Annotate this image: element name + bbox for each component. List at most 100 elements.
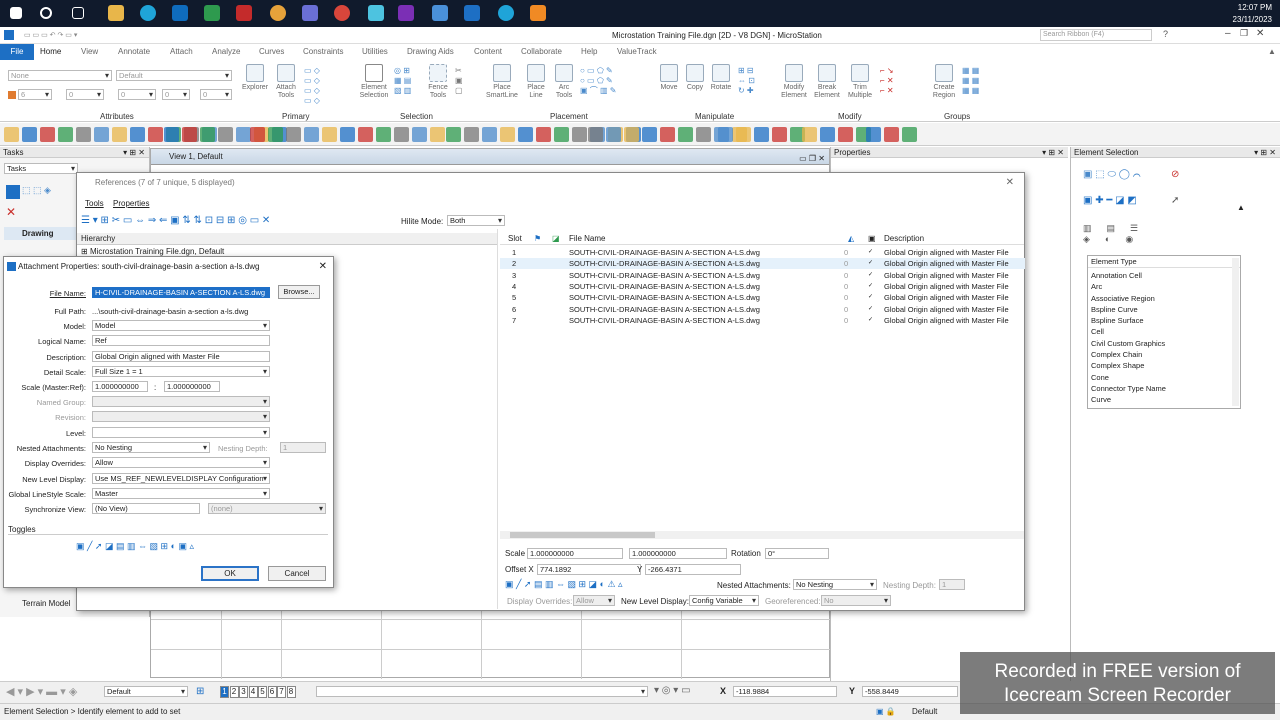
col-snap-icon[interactable]: ◪ — [552, 233, 560, 245]
view-7-button[interactable]: 7 — [277, 686, 286, 698]
level-dropdown[interactable] — [92, 427, 270, 438]
tab-annotate[interactable]: Annotate — [118, 47, 150, 56]
toolbar-tool-icon[interactable] — [218, 127, 233, 142]
fence-tools-button[interactable]: Fence Tools — [424, 64, 452, 100]
trim-multiple-button[interactable]: Trim Multiple — [844, 64, 876, 100]
start-icon[interactable] — [10, 7, 22, 19]
chrome-profile-icon[interactable] — [334, 5, 350, 21]
element-selection-button[interactable]: Element Selection — [358, 64, 390, 100]
search-icon[interactable] — [40, 7, 52, 19]
ref-scale-field-1[interactable]: 1.000000000 — [527, 548, 623, 559]
toolbar-tool-icon[interactable] — [304, 127, 319, 142]
move-button[interactable]: Move — [656, 64, 682, 92]
groups-small-tools[interactable]: ▦ ▦ ▦ ▦ ▦ ▦ — [962, 66, 994, 106]
view-3-button[interactable]: 3 — [239, 686, 248, 698]
collapse-up-icon[interactable]: ▲ — [1237, 203, 1245, 212]
toolbar-tool-icon[interactable] — [4, 127, 19, 142]
synchronize-view-dropdown[interactable]: (none) — [208, 503, 326, 514]
ref-display-overrides-dropdown[interactable]: Allow — [573, 595, 615, 606]
toolbar-tool-icon[interactable] — [754, 127, 769, 142]
new-level-display-dropdown[interactable]: Use MS_REF_NEWLEVELDISPLAY Configuration — [92, 473, 270, 484]
col-slot[interactable]: Slot — [508, 233, 522, 245]
style-dropdown[interactable]: Default — [116, 70, 232, 81]
global-linestyle-dropdown[interactable]: Master — [92, 488, 270, 499]
toolbar-tool-icon[interactable] — [200, 127, 215, 142]
color-dropdown[interactable]: 6 — [18, 89, 52, 100]
toolbar-tool-icon[interactable] — [464, 127, 479, 142]
coord-y-field[interactable]: -558.8449 — [862, 686, 958, 697]
toolbar-tool-icon[interactable] — [340, 127, 355, 142]
attach-dialog-close-button[interactable]: ✕ — [319, 257, 327, 277]
menu-properties[interactable]: Properties — [113, 199, 149, 208]
references-toolbar[interactable]: ☰ ▾ ⊞ ✂ ▭ ⇔ ⇒ ⇐ ▣ ⇅ ⇅ ⊡ ⊟ ⊞ ◎ ▭ ✕ — [81, 213, 401, 229]
treat-as-element-check-icon[interactable]: ✓ — [868, 281, 873, 292]
ref-georef-dropdown[interactable]: No — [821, 595, 891, 606]
chrome-icon[interactable] — [270, 5, 286, 21]
create-region-button[interactable]: Create Region — [928, 64, 960, 100]
table-row[interactable]: 4 SOUTH-CIVIL-DRAINAGE-BASIN A-SECTION A-… — [500, 281, 1025, 292]
tasks-dropdown[interactable]: Tasks — [4, 163, 78, 174]
app-icon[interactable] — [236, 5, 252, 21]
element-selection-pin-close-icon[interactable]: ▾ ⊞ ✕ — [1254, 147, 1276, 158]
outlook-icon[interactable] — [172, 5, 188, 21]
element-type-item[interactable]: Annotation Cell — [1088, 270, 1228, 281]
place-line-button[interactable]: Place Line — [522, 64, 550, 100]
terrain-model-task[interactable]: Terrain Model — [4, 597, 76, 610]
table-row[interactable]: 6 SOUTH-CIVIL-DRAINAGE-BASIN A-SECTION A-… — [500, 304, 1025, 315]
break-element-button[interactable]: Break Element — [811, 64, 843, 100]
search-ribbon-input[interactable]: Search Ribbon (F4) — [1040, 29, 1152, 41]
edge-icon[interactable] — [140, 5, 156, 21]
ok-button[interactable]: OK — [201, 566, 259, 581]
display-overrides-dropdown[interactable]: Allow — [92, 457, 270, 468]
ref-nested-dropdown[interactable]: No Nesting — [793, 579, 877, 590]
microstation-icon[interactable] — [464, 5, 480, 21]
element-list-scrollbar[interactable] — [1232, 258, 1239, 406]
placement-small-tools[interactable]: ○ ▭ ⬠ ✎ ○ ▭ ⬠ ✎ ▣ ⌒ ▥ ✎ — [580, 66, 640, 106]
table-hscrollbar[interactable] — [500, 531, 1024, 539]
treat-as-element-check-icon[interactable]: ✓ — [868, 258, 873, 269]
help-icon[interactable]: ? — [1163, 29, 1168, 39]
nesting-depth-field[interactable]: 1 — [280, 442, 326, 453]
modify-small-tools[interactable]: ⌐ ↘ ⌐ ✕ ⌐ ✕ — [880, 66, 914, 106]
selection-method-icons[interactable]: ▣ ⬚ ⬭ ◯ ⌒ — [1083, 169, 1173, 181]
table-row[interactable]: 5 SOUTH-CIVIL-DRAINAGE-BASIN A-SECTION A-… — [500, 292, 1025, 303]
ref-offset-y-field[interactable]: -266.4371 — [645, 564, 741, 575]
element-type-item[interactable]: Connector Type Name — [1088, 383, 1228, 394]
toolbar-tool-icon[interactable] — [58, 127, 73, 142]
col-description[interactable]: Description — [884, 233, 924, 245]
col-display-icon[interactable]: ⚑ — [534, 233, 541, 245]
treat-as-element-check-icon[interactable]: ✓ — [868, 292, 873, 303]
element-type-item[interactable]: Bspline Surface — [1088, 315, 1228, 326]
toolbar-tool-icon[interactable] — [884, 127, 899, 142]
tab-drawing-aids[interactable]: Drawing Aids — [407, 47, 454, 56]
teams-icon[interactable] — [302, 5, 318, 21]
tab-attach[interactable]: Attach — [170, 47, 193, 56]
tab-constraints[interactable]: Constraints — [303, 47, 343, 56]
attach-tools-button[interactable]: Attach Tools — [272, 64, 300, 100]
view-6-button[interactable]: 6 — [267, 686, 277, 698]
col-file-name[interactable]: File Name — [569, 233, 605, 245]
table-row[interactable]: 1 SOUTH-CIVIL-DRAINAGE-BASIN A-SECTION A-… — [500, 247, 1025, 258]
treat-as-element-check-icon[interactable]: ✓ — [868, 247, 873, 258]
element-type-item[interactable]: Civil Custom Graphics — [1088, 338, 1228, 349]
element-type-item[interactable]: Bspline Curve — [1088, 304, 1228, 315]
browse-button[interactable]: Browse... — [278, 285, 320, 299]
properties-pin-close-icon[interactable]: ▾ ⊞ ✕ — [1042, 147, 1064, 158]
tab-analyze[interactable]: Analyze — [212, 47, 240, 56]
toolbar-tool-icon[interactable] — [182, 127, 197, 142]
references-close-button[interactable]: ✕ — [1006, 173, 1014, 193]
toolbar-tool-icon[interactable] — [430, 127, 445, 142]
toolbar-tool-icon[interactable] — [268, 127, 283, 142]
onenote-icon[interactable] — [398, 5, 414, 21]
tab-curves[interactable]: Curves — [259, 47, 284, 56]
toolbar-tool-icon[interactable] — [820, 127, 835, 142]
fence-small-tools[interactable]: ✂ ▣ ▢ — [455, 66, 469, 106]
table-row[interactable]: 2 SOUTH-CIVIL-DRAINAGE-BASIN A-SECTION A-… — [500, 258, 1025, 270]
arc-tools-button[interactable]: Arc Tools — [552, 64, 576, 100]
table-row[interactable]: 3 SOUTH-CIVIL-DRAINAGE-BASIN A-SECTION A-… — [500, 270, 1025, 281]
view-5-button[interactable]: 5 — [258, 686, 267, 698]
primary-small-tools[interactable]: ▭ ◇ ▭ ◇ ▭ ◇ ▭ ◇ — [304, 66, 338, 106]
toolbar-tool-icon[interactable] — [802, 127, 817, 142]
toolbar-tool-icon[interactable] — [718, 127, 733, 142]
toolbar-tool-icon[interactable] — [376, 127, 391, 142]
